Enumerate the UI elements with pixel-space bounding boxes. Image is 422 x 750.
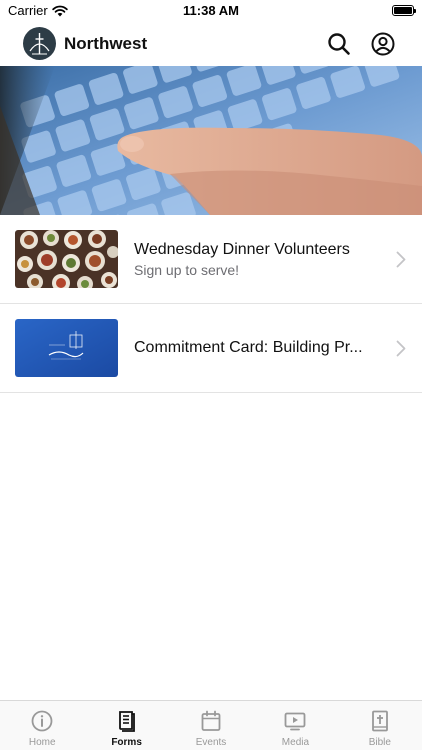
account-button[interactable] (370, 31, 396, 57)
battery-fill (394, 7, 412, 14)
list-item-subtitle: Sign up to serve! (134, 261, 240, 278)
search-button[interactable] (326, 31, 352, 57)
chevron-right-icon (396, 251, 406, 268)
tab-label: Events (195, 737, 227, 748)
commitment-card-thumbnail (15, 319, 118, 377)
cross-logo-icon (29, 33, 50, 55)
info-icon (31, 710, 53, 732)
media-icon (285, 712, 306, 731)
keyboard-hand-illustration (0, 66, 422, 215)
tab-forms[interactable]: Forms (84, 701, 168, 750)
forms-list: Wednesday Dinner Volunteers Sign up to s… (0, 215, 422, 393)
hero-banner-image[interactable] (0, 66, 422, 215)
bible-icon (371, 710, 388, 732)
list-item[interactable]: Commitment Card: Building Pr... (0, 304, 422, 393)
calendar-icon (201, 710, 221, 731)
battery-icon (392, 5, 416, 16)
list-item[interactable]: Wednesday Dinner Volunteers Sign up to s… (0, 215, 422, 304)
tab-label: Bible (368, 737, 391, 748)
tab-label: Home (28, 737, 56, 748)
status-time: 11:38 AM (183, 3, 239, 18)
dinner-thumbnail (15, 230, 118, 288)
tab-events[interactable]: Events (169, 701, 253, 750)
list-item-title: Wednesday Dinner Volunteers (134, 240, 350, 258)
tab-bar: Home Forms Events Media Bible (0, 700, 422, 750)
tab-bible[interactable]: Bible (338, 701, 422, 750)
status-bar: Carrier 11:38 AM (0, 0, 422, 22)
app-title: Northwest (64, 34, 148, 53)
tab-label: Media (281, 737, 310, 748)
tab-home[interactable]: Home (0, 701, 84, 750)
food-table-image (15, 230, 118, 288)
tab-label: Forms (111, 737, 142, 748)
chevron-right-icon (396, 340, 406, 357)
list-item-text: Commitment Card: Building Pr... (134, 304, 382, 392)
forms-icon (118, 711, 135, 732)
commitment-graphic-image (15, 319, 118, 377)
tab-media[interactable]: Media (253, 701, 337, 750)
list-item-title: Commitment Card: Building Pr... (134, 339, 363, 356)
church-logo[interactable] (23, 27, 56, 60)
search-icon (328, 33, 350, 55)
app-header: Northwest (0, 22, 422, 66)
account-icon (371, 32, 395, 56)
list-item-text: Wednesday Dinner Volunteers Sign up to s… (134, 215, 382, 303)
